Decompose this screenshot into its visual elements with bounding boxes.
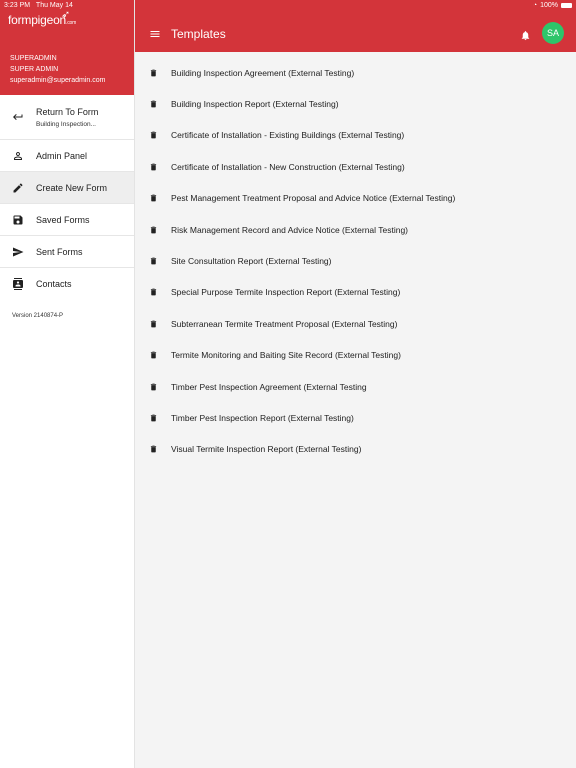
sidebar-header: formpigeon.com ➶ SUPERADMIN SUPER ADMIN … (0, 0, 134, 95)
sidebar-item-create-new-form[interactable]: Create New Form (0, 172, 134, 204)
user-name: SUPERADMIN (10, 55, 57, 62)
sidebar: formpigeon.com ➶ SUPERADMIN SUPER ADMIN … (0, 0, 135, 768)
send-icon (0, 246, 36, 258)
template-row[interactable]: Termite Monitoring and Baiting Site Reco… (135, 340, 576, 371)
template-row[interactable]: Timber Pest Inspection Report (External … (135, 402, 576, 433)
trash-icon[interactable] (135, 225, 171, 235)
template-row[interactable]: Building Inspection Report (External Tes… (135, 88, 576, 119)
template-name: Subterranean Termite Treatment Proposal … (171, 318, 398, 329)
template-row[interactable]: Subterranean Termite Treatment Proposal … (135, 308, 576, 339)
template-name: Site Consultation Report (External Testi… (171, 256, 332, 267)
sidebar-item-label: Sent Forms (36, 246, 83, 257)
trash-icon[interactable] (135, 68, 171, 78)
template-row[interactable]: Site Consultation Report (External Testi… (135, 245, 576, 276)
trash-icon[interactable] (135, 193, 171, 203)
template-name: Timber Pest Inspection Report (External … (171, 412, 354, 423)
wifi-icon: ◔ (532, 2, 538, 9)
page-title: Templates (171, 27, 226, 41)
template-name: Certificate of Installation - Existing B… (171, 130, 405, 141)
user-role: SUPER ADMIN (10, 66, 59, 73)
template-row[interactable]: Certificate of Installation - New Constr… (135, 151, 576, 182)
template-row[interactable]: Certificate of Installation - Existing B… (135, 120, 576, 151)
sidebar-item-sent-forms[interactable]: Sent Forms (0, 236, 134, 268)
app-version: Version 2140874-P (12, 313, 64, 319)
contacts-icon (0, 278, 36, 290)
template-row[interactable]: Risk Management Record and Advice Notice… (135, 214, 576, 245)
sidebar-item-label: Admin Panel (36, 150, 88, 161)
user-email: superadmin@superadmin.com (10, 77, 106, 84)
template-row[interactable]: Pest Management Treatment Proposal and A… (135, 183, 576, 214)
sidebar-item-sublabel: Building Inspection... (36, 120, 96, 128)
template-row[interactable]: Timber Pest Inspection Agreement (Extern… (135, 371, 576, 402)
trash-icon[interactable] (135, 287, 171, 297)
sidebar-item-label: Saved Forms (36, 214, 90, 225)
template-name: Building Inspection Agreement (External … (171, 67, 355, 78)
template-name: Building Inspection Report (External Tes… (171, 99, 339, 110)
sidebar-item-admin-panel[interactable]: Admin Panel (0, 140, 134, 172)
trash-icon[interactable] (135, 130, 171, 140)
battery-percent: 100% (540, 2, 558, 9)
sidebar-item-return-to-form[interactable]: Return To Form Building Inspection... (0, 95, 134, 140)
template-name: Risk Management Record and Advice Notice… (171, 224, 409, 235)
sidebar-item-label: Create New Form (36, 182, 108, 193)
trash-icon[interactable] (135, 99, 171, 109)
person-icon (0, 150, 36, 162)
templates-list: Building Inspection Agreement (External … (135, 57, 576, 465)
trash-icon[interactable] (135, 382, 171, 392)
sidebar-item-saved-forms[interactable]: Saved Forms (0, 204, 134, 236)
trash-icon[interactable] (135, 256, 171, 266)
status-time: 3:23 PM Thu May 14 (4, 2, 73, 9)
pencil-icon (0, 182, 36, 194)
status-right: ◔ 100% (533, 2, 572, 9)
template-name: Special Purpose Termite Inspection Repor… (171, 287, 401, 298)
sidebar-nav: Return To Form Building Inspection... Ad… (0, 95, 134, 300)
sidebar-item-contacts[interactable]: Contacts (0, 268, 134, 300)
menu-icon[interactable] (149, 27, 163, 39)
sidebar-item-label: Return To Form (36, 106, 99, 117)
trash-icon[interactable] (135, 162, 171, 172)
trash-icon[interactable] (135, 413, 171, 423)
trash-icon[interactable] (135, 350, 171, 360)
sidebar-item-label: Contacts (36, 279, 72, 289)
battery-icon (561, 3, 572, 8)
status-bar: 3:23 PM Thu May 14 ◔ 100% (0, 0, 576, 12)
template-row[interactable]: Building Inspection Agreement (External … (135, 57, 576, 88)
return-arrow-icon (0, 111, 36, 123)
save-icon (0, 214, 36, 226)
template-row[interactable]: Visual Termite Inspection Report (Extern… (135, 434, 576, 465)
template-row[interactable]: Special Purpose Termite Inspection Repor… (135, 277, 576, 308)
template-name: Termite Monitoring and Baiting Site Reco… (171, 350, 401, 361)
template-name: Certificate of Installation - New Constr… (171, 161, 405, 172)
trash-icon[interactable] (135, 444, 171, 454)
template-name: Pest Management Treatment Proposal and A… (171, 193, 456, 204)
avatar[interactable]: SA (542, 22, 564, 44)
trash-icon[interactable] (135, 319, 171, 329)
notification-bell-icon[interactable] (520, 28, 532, 41)
template-name: Visual Termite Inspection Report (Extern… (171, 444, 362, 455)
template-name: Timber Pest Inspection Agreement (Extern… (171, 381, 367, 392)
